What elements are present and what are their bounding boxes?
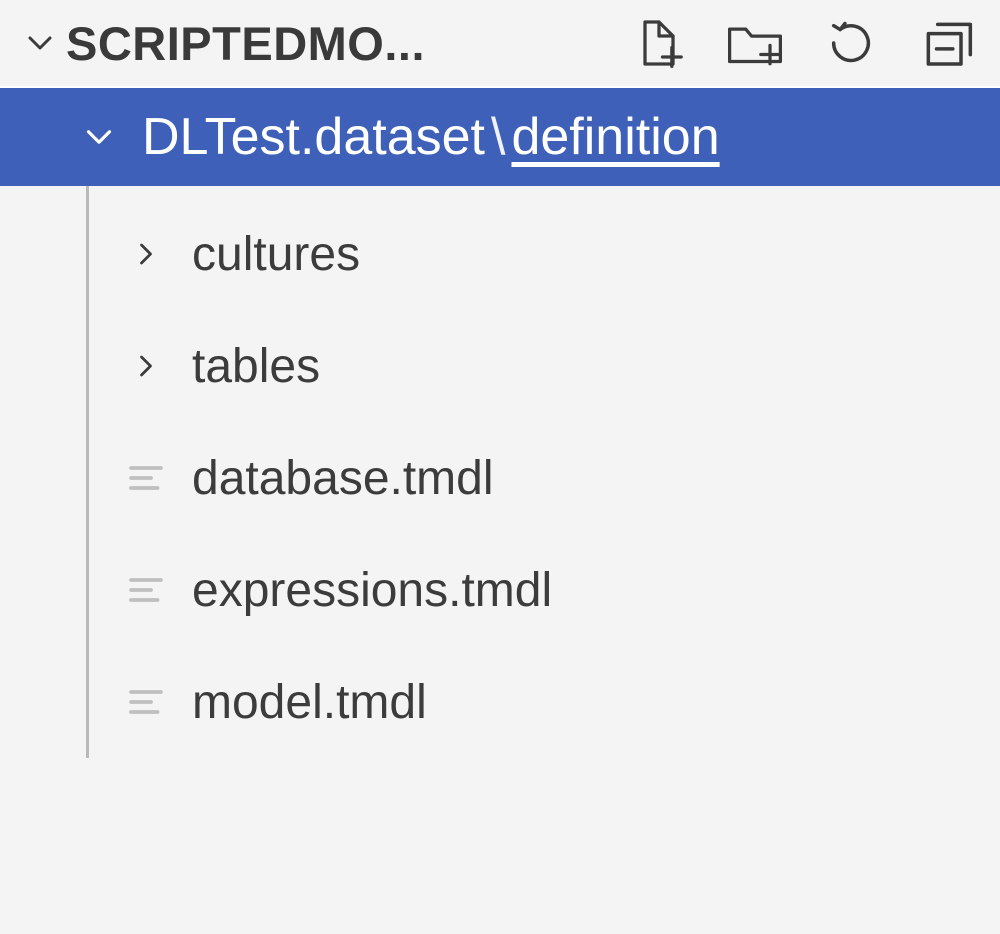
tree-file-label: model.tmdl bbox=[192, 675, 427, 730]
indent-guide bbox=[86, 186, 89, 758]
new-file-icon[interactable] bbox=[628, 12, 690, 74]
refresh-icon[interactable] bbox=[820, 12, 882, 74]
tree-file[interactable]: expressions.tmdl bbox=[0, 534, 1000, 646]
tree-file[interactable]: model.tmdl bbox=[0, 646, 1000, 758]
chevron-right-icon[interactable] bbox=[110, 348, 182, 384]
path-leaf: definition bbox=[511, 107, 719, 167]
file-lines-icon bbox=[110, 682, 182, 722]
explorer-section-title[interactable]: SCRIPTEDMO... bbox=[66, 16, 536, 71]
tree-folder-label: tables bbox=[192, 339, 320, 394]
tree-children: cultures tables database.tmdl expression… bbox=[0, 186, 1000, 778]
file-lines-icon bbox=[110, 570, 182, 610]
tree-file-label: database.tmdl bbox=[192, 451, 494, 506]
tree-folder[interactable]: tables bbox=[0, 310, 1000, 422]
path-separator: \ bbox=[491, 107, 505, 167]
tree-folder-label: cultures bbox=[192, 227, 360, 282]
chevron-down-icon[interactable] bbox=[14, 23, 66, 63]
chevron-right-icon[interactable] bbox=[110, 236, 182, 272]
file-lines-icon bbox=[110, 458, 182, 498]
path-parent: DLTest.dataset bbox=[142, 107, 485, 167]
collapse-all-icon[interactable] bbox=[916, 12, 978, 74]
tree-folder[interactable]: cultures bbox=[0, 198, 1000, 310]
tree-selected-folder[interactable]: DLTest.dataset \ definition bbox=[0, 86, 1000, 186]
new-folder-icon[interactable] bbox=[724, 12, 786, 74]
explorer-toolbar bbox=[628, 12, 988, 74]
explorer-section-header: SCRIPTEDMO... bbox=[0, 0, 1000, 86]
tree-file[interactable]: database.tmdl bbox=[0, 422, 1000, 534]
chevron-down-icon[interactable] bbox=[78, 116, 136, 158]
tree-file-label: expressions.tmdl bbox=[192, 563, 552, 618]
